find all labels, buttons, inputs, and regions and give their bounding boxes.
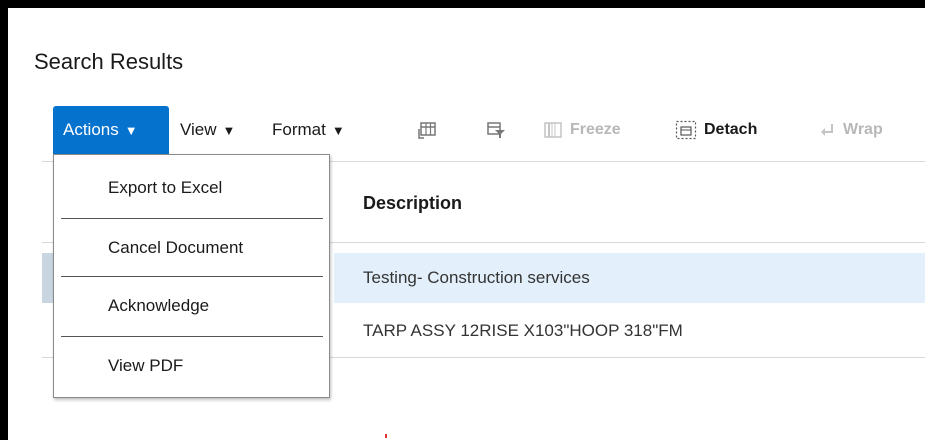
- actions-menu-button[interactable]: Actions ▼: [53, 106, 169, 154]
- search-results-panel: Search Results Actions ▼ View ▼ Format ▼: [8, 8, 925, 440]
- chevron-down-icon: ▼: [222, 122, 236, 138]
- freeze-icon: [544, 122, 562, 138]
- detach-icon: [675, 120, 697, 140]
- freeze-label: Freeze: [570, 121, 621, 138]
- format-label: Format: [272, 120, 326, 139]
- toolbar: Actions ▼ View ▼ Format ▼ Freeze Detach …: [8, 106, 925, 154]
- view-label: View: [180, 120, 217, 139]
- menu-item-label: Acknowledge: [108, 296, 210, 315]
- freeze-button[interactable]: Freeze: [543, 106, 621, 154]
- chevron-down-icon: ▼: [124, 122, 138, 138]
- view-menu-button[interactable]: View ▼: [180, 106, 235, 154]
- menu-item-cancel-document[interactable]: Cancel Document: [54, 219, 329, 277]
- menu-item-label: Cancel Document: [108, 238, 244, 257]
- actions-label: Actions: [63, 120, 119, 139]
- menu-item-view-pdf[interactable]: View PDF: [54, 337, 329, 395]
- actions-dropdown-menu: Export to Excel Cancel Document Acknowle…: [53, 154, 330, 398]
- page-title: Search Results: [34, 49, 184, 74]
- table-cell-description: Testing- Construction services: [363, 268, 590, 287]
- detach-label: Detach: [704, 121, 758, 138]
- chevron-down-icon: ▼: [331, 122, 345, 138]
- cursor-artifact: [385, 434, 387, 438]
- detach-button[interactable]: Detach: [675, 106, 757, 154]
- columns-button[interactable]: [417, 106, 437, 154]
- menu-item-acknowledge[interactable]: Acknowledge: [54, 277, 329, 335]
- table-cell-description: TARP ASSY 12RISE X103"HOOP 318"FM: [363, 321, 683, 340]
- menu-item-label: View PDF: [108, 356, 184, 375]
- wrap-label: Wrap: [843, 121, 883, 138]
- query-by-example-button[interactable]: [486, 106, 506, 154]
- menu-item-export-to-excel[interactable]: Export to Excel: [54, 159, 329, 217]
- wrap-button[interactable]: Wrap: [818, 106, 883, 154]
- wrap-icon: [821, 124, 833, 136]
- filter-icon: [487, 122, 505, 138]
- add-column-icon: [418, 122, 436, 139]
- format-menu-button[interactable]: Format ▼: [272, 106, 345, 154]
- menu-item-label: Export to Excel: [108, 178, 223, 197]
- column-header-description[interactable]: Description: [363, 193, 462, 214]
